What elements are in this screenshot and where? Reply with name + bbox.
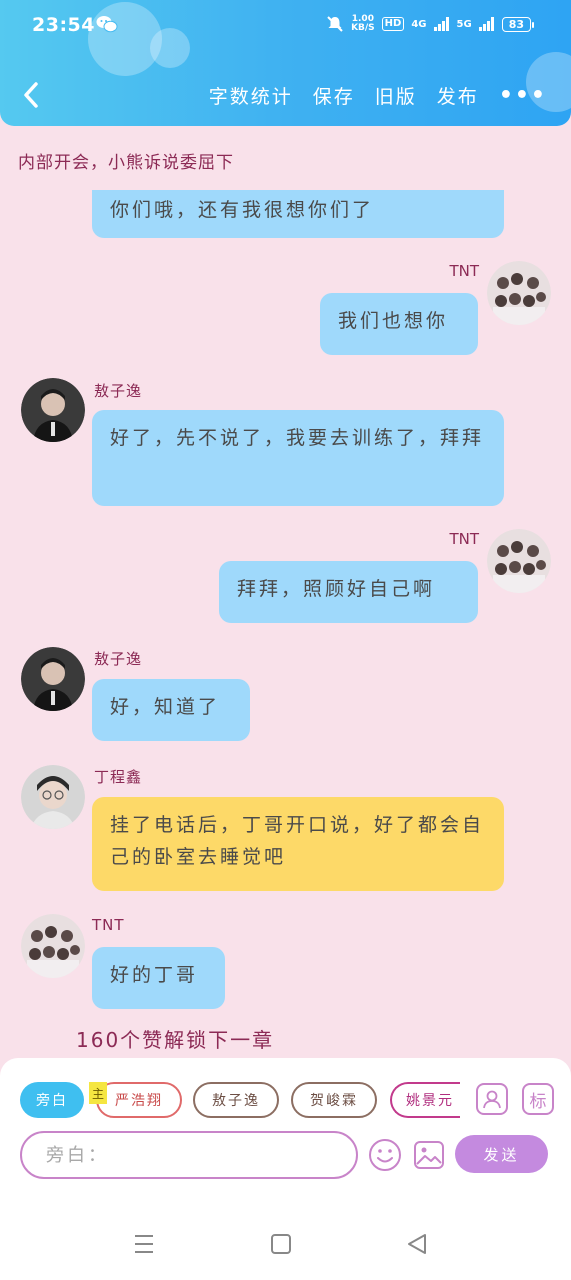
message-bubble[interactable]: 好的丁哥: [92, 947, 225, 1009]
role-chip[interactable]: 严浩翔: [96, 1082, 182, 1118]
image-icon[interactable]: [412, 1138, 446, 1172]
person-glyph: [483, 1090, 501, 1109]
message-bubble[interactable]: 好了，先不说了，我要去训练了，拜拜: [92, 410, 504, 506]
signal-icon: [433, 17, 449, 31]
avatar[interactable]: [21, 914, 85, 978]
speaker-name: TNT: [449, 530, 479, 548]
unlock-notice: 160个赞解锁下一章: [76, 1028, 275, 1052]
header-toolbar: 字数统计 保存 旧版 发布 •••: [209, 82, 547, 109]
app-header: 23:54 1.00 KB/S HD 4G 5G 83 字数统计 保存 旧版 发…: [0, 0, 571, 126]
avatar[interactable]: [21, 765, 85, 829]
home-square-icon[interactable]: [267, 1230, 295, 1258]
message-text: 好了，先不说了，我要去训练了，拜拜: [110, 427, 485, 449]
group-avatar-image: [487, 529, 551, 593]
battery-icon: 83: [501, 16, 535, 32]
hd-badge: HD: [381, 17, 405, 31]
old-version-button[interactable]: 旧版: [375, 82, 417, 109]
menu-icon[interactable]: [130, 1230, 158, 1258]
message-text: 好的丁哥: [110, 964, 199, 986]
net-speed: 1.00 KB/S: [351, 15, 375, 33]
system-nav-bar: [0, 1208, 571, 1280]
status-bar: 23:54 1.00 KB/S HD 4G 5G 83: [0, 0, 571, 52]
role-chip[interactable]: 贺峻霖: [291, 1082, 377, 1118]
message-text: 挂了电话后，丁哥开口说，好了都会自己的卧室去睡觉吧: [110, 814, 485, 868]
message-bubble[interactable]: 好，知道了: [92, 679, 250, 741]
speaker-name: 敖子逸: [94, 650, 143, 668]
message-text: 好，知道了: [110, 696, 221, 718]
message-input[interactable]: [20, 1131, 358, 1179]
message-text: 我们也想你: [338, 310, 449, 332]
avatar[interactable]: [21, 647, 85, 711]
more-options-button[interactable]: •••: [499, 83, 547, 108]
message-text: 你们哦，还有我很想你们了: [110, 199, 375, 221]
group-avatar-image: [487, 261, 551, 325]
person-icon[interactable]: [476, 1083, 508, 1115]
signal-icon: [478, 17, 494, 31]
speaker-name: 敖子逸: [94, 382, 143, 400]
word-count-button[interactable]: 字数统计: [209, 82, 293, 109]
publish-button[interactable]: 发布: [437, 82, 479, 109]
message-bubble[interactable]: 我们也想你: [320, 293, 478, 355]
avatar[interactable]: [487, 261, 551, 325]
save-button[interactable]: 保存: [313, 82, 355, 109]
lead-role-tag: 主: [89, 1082, 107, 1104]
role-chip[interactable]: 敖子逸: [193, 1082, 279, 1118]
speaker-name: 丁程鑫: [94, 768, 143, 786]
net-speed-unit: KB/S: [351, 23, 375, 33]
speaker-name: TNT: [449, 262, 479, 280]
speaker-name: TNT: [92, 916, 125, 934]
composer-panel: 旁白 主 严浩翔 敖子逸 贺峻霖 姚景元 标 发送: [0, 1058, 571, 1208]
send-button[interactable]: 发送: [455, 1135, 548, 1173]
avatar[interactable]: [487, 529, 551, 593]
avatar[interactable]: [21, 378, 85, 442]
tag-button[interactable]: 标: [522, 1083, 554, 1115]
profile-avatar-image: [21, 647, 85, 711]
smiley-icon[interactable]: [368, 1138, 402, 1172]
profile-avatar-image: [21, 378, 85, 442]
status-icons: 1.00 KB/S HD 4G 5G 83: [326, 15, 535, 33]
message-bubble[interactable]: 挂了电话后，丁哥开口说，好了都会自己的卧室去睡觉吧: [92, 797, 504, 891]
mute-icon: [327, 16, 343, 32]
network-5g-label: 5G: [456, 18, 472, 30]
wechat-icon: [96, 16, 118, 33]
group-avatar-image: [21, 914, 85, 978]
back-triangle-icon[interactable]: [403, 1230, 431, 1258]
chevron-left-icon[interactable]: [16, 76, 50, 114]
message-bubble[interactable]: 你们哦，还有我很想你们了: [92, 190, 504, 238]
chat-area[interactable]: 你们哦，还有我很想你们了 TNT 我们也想你 敖子逸 好了，先不说了，我要去训练…: [0, 190, 571, 1058]
role-chip-narration[interactable]: 旁白: [20, 1082, 84, 1118]
network-4g-label: 4G: [411, 18, 427, 30]
message-text: 拜拜，照顾好自己啊: [237, 578, 436, 600]
status-time: 23:54: [32, 14, 95, 36]
chapter-title: 内部开会，小熊诉说委屈下: [18, 153, 234, 173]
profile-avatar-image: [21, 765, 85, 829]
role-chip[interactable]: 姚景元: [390, 1082, 460, 1118]
message-bubble[interactable]: 拜拜，照顾好自己啊: [219, 561, 478, 623]
